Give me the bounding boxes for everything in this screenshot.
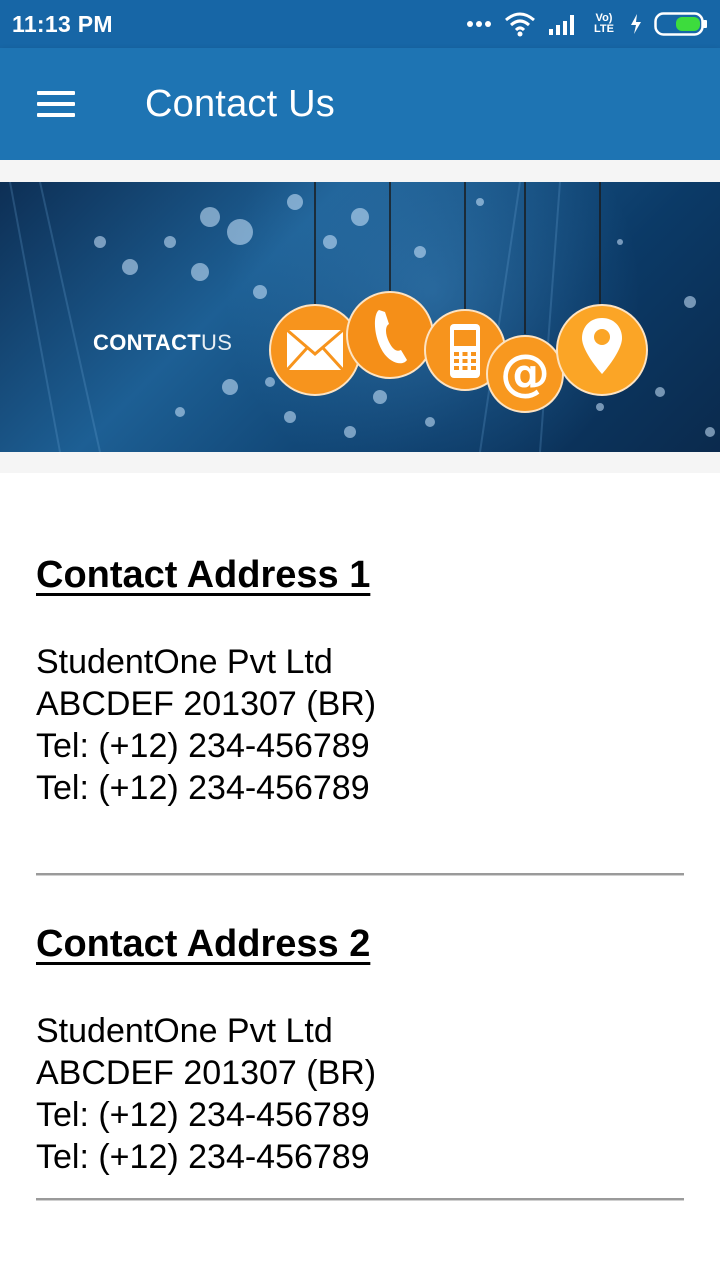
phone-line[interactable]: Tel: (+12) 234-456789 [36,725,684,767]
contact-list: Contact Address 1 StudentOne Pvt Ltd ABC… [36,473,684,1201]
banner-caption-bold: CONTACT [93,330,202,355]
at-icon: @ [500,347,550,401]
contact-banner-image: @ CONTACTUS [0,182,720,452]
contact-section: Contact Address 2 StudentOne Pvt Ltd ABC… [36,876,684,1201]
phone-icon [374,310,407,364]
status-bar: 11:13 PM Vo) LTE [0,0,720,48]
charging-icon [631,14,641,34]
more-dots-icon [467,21,491,27]
phone-line[interactable]: Tel: (+12) 234-456789 [36,1094,684,1136]
location-pin-icon [582,318,622,374]
hamburger-menu-icon [37,84,75,124]
svg-text:@: @ [500,347,550,401]
banner-container: @ CONTACTUS [0,160,720,473]
address-line: ABCDEF 201307 (BR) [36,685,377,723]
mobile-icon [450,324,480,378]
contact-address: StudentOne Pvt Ltd ABCDEF 201307 (BR) Te… [36,1010,684,1178]
contact-section: Contact Address 1 StudentOne Pvt Ltd ABC… [36,473,684,876]
status-time: 11:13 PM [12,10,113,37]
wifi-icon [505,12,535,37]
hamburger-menu-button[interactable] [0,48,112,160]
contact-title: Contact Address 2 [36,923,371,965]
battery-icon [654,12,707,36]
company-name: StudentOne Pvt Ltd [36,1012,333,1050]
contact-title: Contact Address 1 [36,554,371,596]
app-bar: Contact Us [0,48,720,160]
section-divider [36,1198,684,1201]
banner-caption-light: US [201,330,233,355]
phone-line[interactable]: Tel: (+12) 234-456789 [36,1136,684,1178]
volte-icon: Vo) LTE [590,13,618,35]
banner-caption: CONTACTUS [93,330,232,356]
envelope-icon [285,328,345,372]
page-title: Contact Us [145,82,335,125]
company-name: StudentOne Pvt Ltd [36,643,333,681]
phone-line[interactable]: Tel: (+12) 234-456789 [36,767,684,809]
signal-icon [549,15,574,35]
network-label: Vo) LTE [594,12,614,35]
status-icons: Vo) LTE [466,11,708,37]
contact-address: StudentOne Pvt Ltd ABCDEF 201307 (BR) Te… [36,641,684,809]
address-line: ABCDEF 201307 (BR) [36,1054,377,1092]
